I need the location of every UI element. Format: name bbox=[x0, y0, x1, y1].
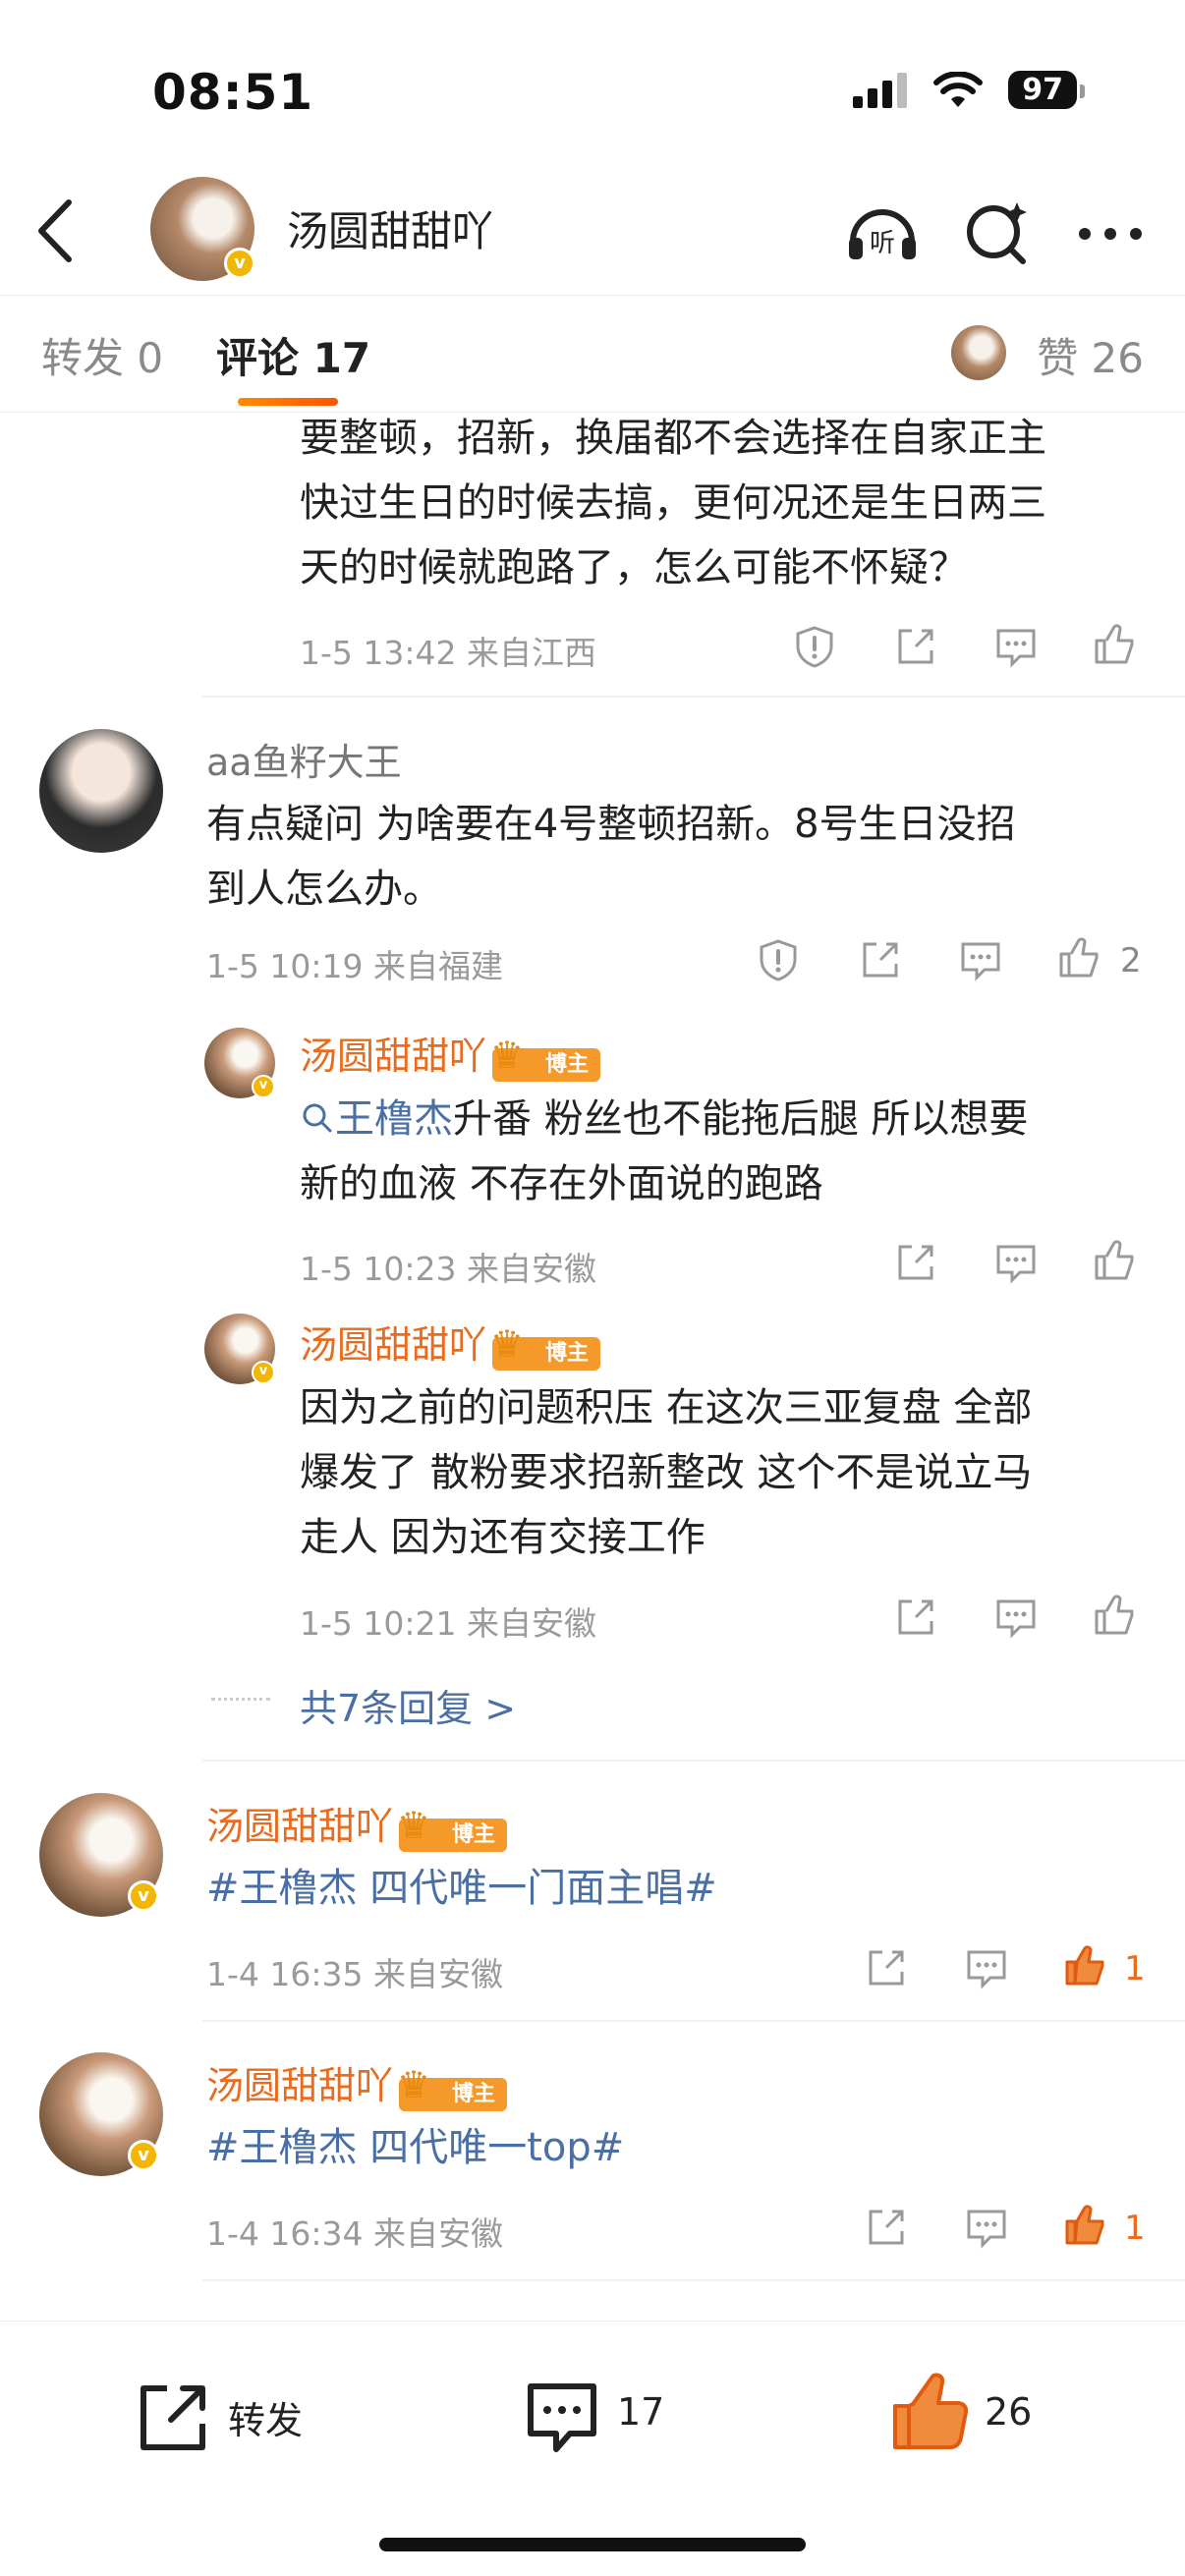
verified-badge-icon: v bbox=[128, 1880, 159, 1912]
reply-icon[interactable] bbox=[965, 1946, 1008, 1989]
status-icons: 97 bbox=[853, 71, 1085, 109]
comment-meta: 1-5 13:42 来自江西 bbox=[300, 634, 596, 672]
reply-meta: 1-5 10:23 来自安徽 bbox=[300, 1250, 596, 1288]
commenter-name[interactable]: aa鱼籽大王 bbox=[206, 732, 402, 786]
replier-name[interactable]: 汤圆甜甜吖 bbox=[300, 1035, 486, 1078]
liked-icon[interactable] bbox=[1063, 2204, 1106, 2247]
reply-text: 升番 粉丝也不能拖后腿 所以想要 bbox=[453, 1096, 1029, 1142]
reply-icon[interactable] bbox=[994, 625, 1038, 668]
reply-text-line: 爆发了 散粉要求招新整改 这个不是说立马 bbox=[300, 1450, 1033, 1495]
author-badge: 博主 bbox=[490, 1038, 601, 1082]
like-icon[interactable] bbox=[1093, 1239, 1136, 1282]
reply-text-line: 因为之前的问题积压 在这次三亚复盘 全部 bbox=[300, 1385, 1033, 1430]
commenter-name[interactable]: 汤圆甜甜吖 bbox=[206, 2064, 393, 2107]
reply-text-line: 新的血液 不存在外面说的跑路 bbox=[300, 1161, 823, 1206]
share-icon[interactable] bbox=[865, 1946, 908, 1989]
like-count: 1 bbox=[1124, 1949, 1146, 1988]
author-name[interactable]: 汤圆甜甜吖 bbox=[287, 198, 493, 258]
share-icon[interactable] bbox=[894, 625, 937, 668]
tab-active-indicator bbox=[238, 398, 338, 406]
replier-name[interactable]: 汤圆甜甜吖 bbox=[300, 1323, 486, 1367]
reply-text-line: 王橹杰升番 粉丝也不能拖后腿 所以想要 bbox=[300, 1087, 1028, 1151]
battery-indicator: 97 bbox=[1008, 71, 1085, 109]
like-button-icon[interactable] bbox=[889, 2371, 968, 2453]
commenter-avatar[interactable] bbox=[39, 729, 163, 853]
liker-avatar[interactable] bbox=[951, 325, 1006, 380]
share-icon[interactable] bbox=[859, 938, 902, 981]
nav-bar: v 汤圆甜甜吖 听 bbox=[0, 167, 1185, 295]
divider bbox=[202, 2020, 1185, 2022]
home-indicator[interactable] bbox=[379, 2538, 806, 2551]
repost-icon[interactable] bbox=[136, 2379, 212, 2455]
dotted-line bbox=[211, 1698, 270, 1701]
tab-repost[interactable]: 转发 0 bbox=[41, 325, 163, 385]
share-icon[interactable] bbox=[894, 1241, 937, 1284]
share-icon[interactable] bbox=[894, 1596, 937, 1639]
comment-header: 汤圆甜甜吖博主 bbox=[206, 1796, 508, 1852]
verified-badge-icon: v bbox=[252, 1361, 275, 1384]
more-icon[interactable] bbox=[1071, 195, 1150, 273]
reply-icon[interactable] bbox=[994, 1241, 1038, 1284]
topic-link[interactable]: #王橹杰 四代唯一top# bbox=[206, 2115, 624, 2180]
topic-link[interactable]: #王橹杰 四代唯一门面主唱# bbox=[206, 1856, 717, 1921]
like-count: 2 bbox=[1120, 941, 1142, 980]
reply-text-line: 走人 因为还有交接工作 bbox=[300, 1515, 705, 1560]
search-icon bbox=[303, 1103, 332, 1133]
liked-icon[interactable] bbox=[1063, 1944, 1106, 1988]
tab-bar: 转发 0 评论 17 赞 26 bbox=[0, 295, 1185, 413]
tab-likes[interactable]: 赞 26 bbox=[1037, 325, 1144, 385]
search-icon[interactable] bbox=[958, 195, 1037, 273]
verified-badge-icon: v bbox=[128, 2140, 159, 2171]
share-icon[interactable] bbox=[865, 2206, 908, 2249]
like-icon[interactable] bbox=[1057, 936, 1100, 980]
cellular-signal-icon bbox=[853, 72, 908, 108]
divider bbox=[202, 1760, 1185, 1762]
more-replies-link[interactable]: 共7条回复 > bbox=[300, 1678, 516, 1732]
reply-icon[interactable] bbox=[959, 938, 1002, 981]
divider bbox=[202, 696, 1185, 698]
reply-icon[interactable] bbox=[965, 2206, 1008, 2249]
author-badge: 博主 bbox=[397, 2068, 508, 2111]
verified-badge-icon: v bbox=[224, 248, 255, 279]
like-icon[interactable] bbox=[1093, 623, 1136, 666]
author-badge: 博主 bbox=[490, 1327, 601, 1371]
comment-count[interactable]: 17 bbox=[617, 2390, 664, 2434]
status-bar: 08:51 97 bbox=[0, 0, 1185, 167]
like-icon[interactable] bbox=[1093, 1594, 1136, 1637]
report-icon[interactable] bbox=[793, 625, 836, 668]
reply-header: 汤圆甜甜吖博主 bbox=[300, 1315, 601, 1371]
report-icon[interactable] bbox=[757, 938, 800, 981]
commenter-name[interactable]: 汤圆甜甜吖 bbox=[206, 1805, 393, 1848]
comment-text-line: 到人怎么办。 bbox=[206, 867, 442, 912]
wifi-icon bbox=[933, 71, 984, 107]
tab-comments[interactable]: 评论 17 bbox=[216, 325, 370, 385]
reply-header: 汤圆甜甜吖博主 bbox=[300, 1026, 601, 1082]
divider bbox=[202, 2279, 1185, 2281]
comment-meta: 1-5 10:19 来自福建 bbox=[206, 947, 503, 985]
like-count: 1 bbox=[1124, 2209, 1146, 2248]
comment-text-line: 快过生日的时候去搞，更何况还是生日两三 bbox=[300, 480, 1046, 526]
like-count[interactable]: 26 bbox=[985, 2390, 1032, 2434]
comment-meta: 1-4 16:35 来自安徽 bbox=[206, 1955, 503, 1993]
author-badge: 博主 bbox=[397, 1809, 508, 1852]
back-icon[interactable] bbox=[31, 196, 81, 265]
comment-header: 汤圆甜甜吖博主 bbox=[206, 2055, 508, 2111]
svg-text:听: 听 bbox=[870, 229, 895, 258]
comment-text-line: 天的时候就跑路了，怎么可能不怀疑？ bbox=[300, 545, 968, 590]
comment-text-line: 要整顿，招新，换届都不会选择在自家正主 bbox=[300, 416, 1046, 461]
comment-text-line: 有点疑问 为啥要在4号整顿招新。8号生日没招 bbox=[206, 802, 1016, 847]
comment-meta: 1-4 16:34 来自安徽 bbox=[206, 2214, 503, 2253]
status-time: 08:51 bbox=[152, 64, 314, 121]
reply-meta: 1-5 10:21 来自安徽 bbox=[300, 1604, 596, 1643]
topic-link[interactable]: 王橹杰 bbox=[335, 1096, 453, 1142]
listen-icon[interactable]: 听 bbox=[843, 195, 922, 273]
repost-button[interactable]: 转发 bbox=[228, 2390, 303, 2444]
reply-icon[interactable] bbox=[994, 1596, 1038, 1639]
comment-icon[interactable] bbox=[523, 2379, 601, 2457]
verified-badge-icon: v bbox=[252, 1075, 275, 1098]
